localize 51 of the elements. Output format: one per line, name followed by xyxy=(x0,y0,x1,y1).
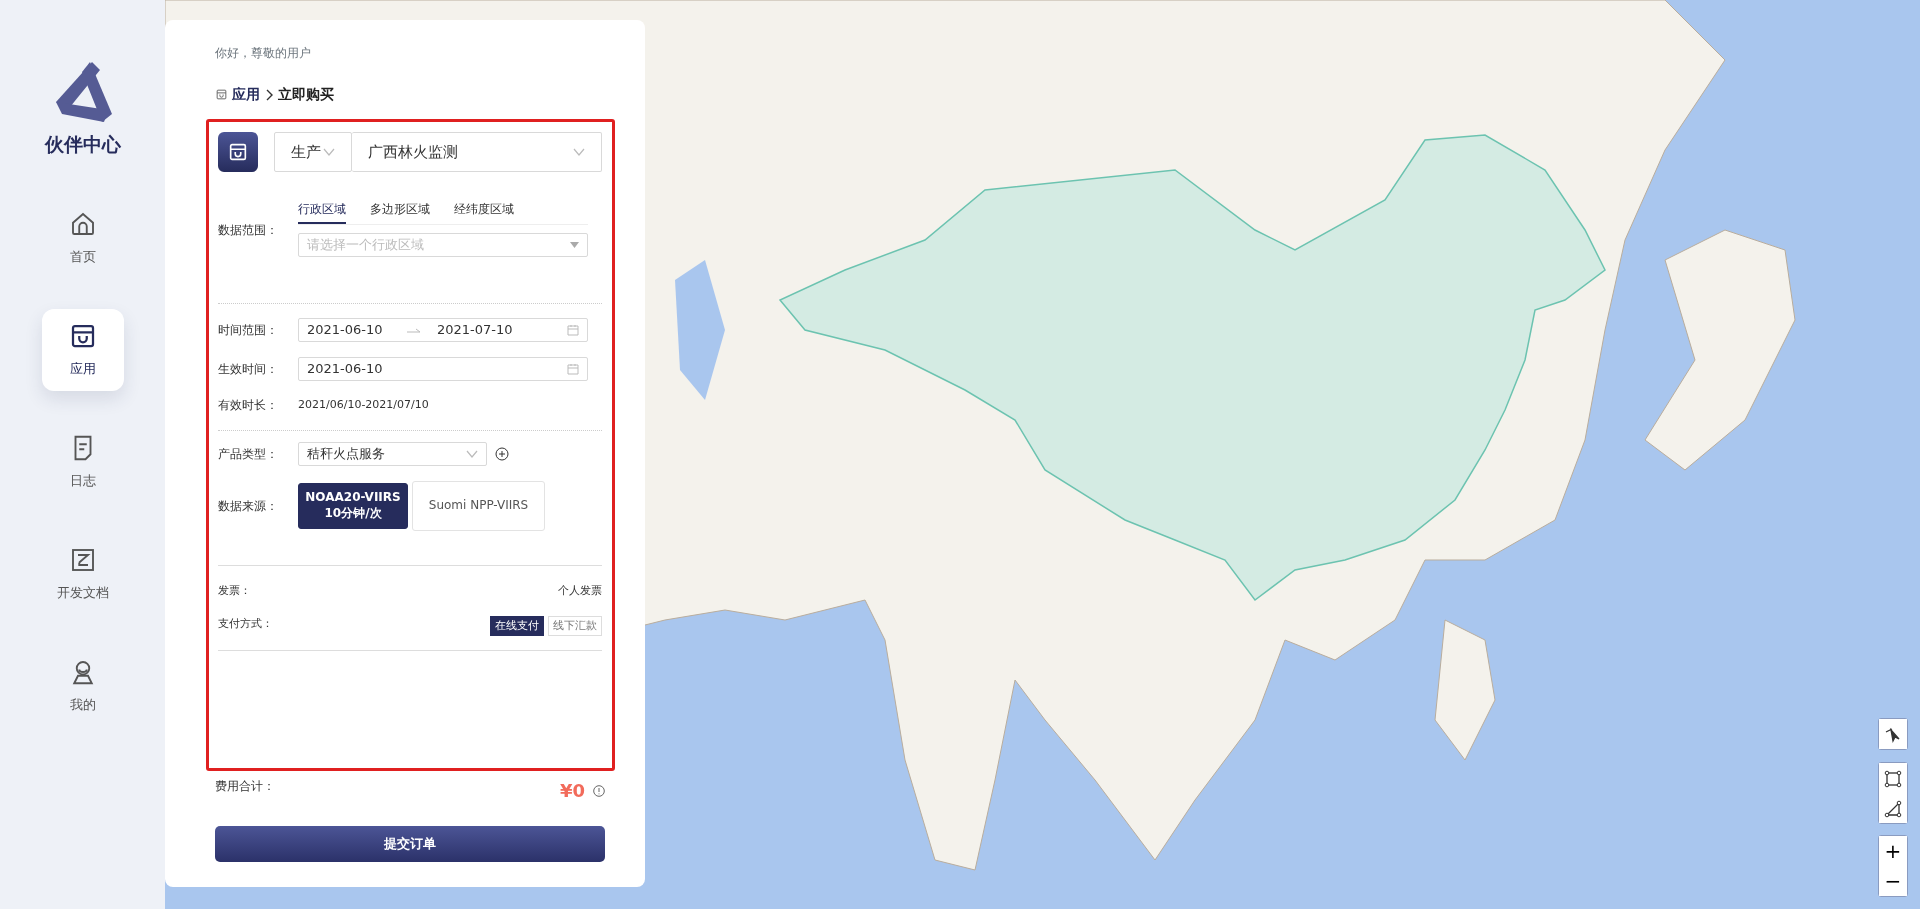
field-label: 生效时间： xyxy=(218,361,279,378)
nav-item[interactable]: 日志 xyxy=(41,420,124,503)
product-type-select[interactable]: 秸秆火点服务 xyxy=(298,442,487,466)
greeting-text: 你好，尊敬的用户 xyxy=(215,45,312,62)
shopping-bag-icon xyxy=(215,88,228,101)
field-label: 产品类型： xyxy=(218,446,279,463)
select-tool-button[interactable] xyxy=(1879,719,1907,749)
region-tab[interactable]: 经纬度区域 xyxy=(454,200,514,224)
info-icon xyxy=(593,784,605,797)
chevron-down-icon xyxy=(466,450,478,458)
field-label: 有效时长： xyxy=(218,397,279,414)
field-label: 发票： xyxy=(218,583,251,599)
add-button[interactable] xyxy=(495,447,509,461)
region-tab[interactable]: 行政区域 xyxy=(298,200,346,224)
nav-item[interactable]: 开发文档 xyxy=(41,532,124,615)
logo-icon xyxy=(55,62,112,122)
nav-item[interactable]: 首页 xyxy=(41,196,124,279)
dropdown-triangle-icon xyxy=(570,242,579,248)
submit-button[interactable]: 提交订单 xyxy=(215,826,605,862)
rectangle-icon xyxy=(1884,770,1902,789)
chevron-down-icon xyxy=(323,148,335,156)
brand-name: 伙伴中心 xyxy=(44,132,121,157)
field-label: 数据来源： xyxy=(218,498,279,515)
total-amount: ¥0 xyxy=(559,779,585,803)
field-label: 费用合计： xyxy=(215,778,275,795)
date-field[interactable]: 2021-06-10 xyxy=(298,357,588,381)
calendar-icon xyxy=(567,363,579,375)
app-icon-button[interactable] xyxy=(218,132,258,172)
region-tab[interactable]: 多边形区域 xyxy=(370,200,430,224)
chevron-icon xyxy=(264,88,274,101)
data-source-option[interactable]: NOAA20-VIIRS 10分钟/次 xyxy=(298,483,408,529)
duration-value: 2021/06/10-2021/07/10 xyxy=(298,396,429,413)
nav-item[interactable]: 应用 xyxy=(41,308,124,391)
polygon-icon xyxy=(1884,800,1902,819)
shopping-bag-icon xyxy=(227,141,249,163)
chevron-down-icon xyxy=(573,148,585,156)
field-label: 数据范围： xyxy=(218,221,279,239)
field-label: 支付方式： xyxy=(218,615,273,632)
data-source-option[interactable]: Suomi NPP-VIIRS xyxy=(412,481,545,531)
environment-select[interactable]: 生产 xyxy=(274,132,352,172)
payment-option[interactable]: 线下汇款 xyxy=(548,615,602,636)
application-select[interactable]: 广西林火监测 xyxy=(352,132,602,172)
pointer-icon xyxy=(1884,726,1902,745)
invoice-value: 个人发票 xyxy=(558,583,602,599)
calendar-icon xyxy=(567,324,579,336)
payment-option[interactable]: 在线支付 xyxy=(490,615,544,636)
field-label: 时间范围： xyxy=(218,322,279,339)
nav-item[interactable]: 我的 xyxy=(41,644,124,727)
breadcrumb-link[interactable]: 应用 xyxy=(232,84,260,105)
date-range-field[interactable]: 2021-06-10 2021-07-10 xyxy=(298,318,588,342)
breadcrumb-link[interactable]: 立即购买 xyxy=(278,84,334,105)
